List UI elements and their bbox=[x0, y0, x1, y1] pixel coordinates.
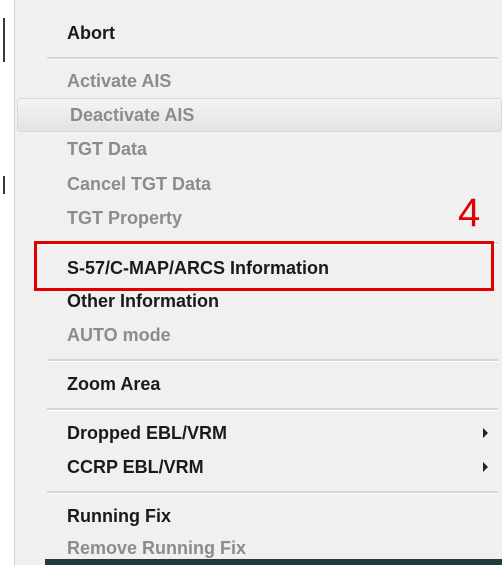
menu-item-label: CCRP EBL/VRM bbox=[67, 456, 204, 477]
menu-item-label: Remove Running Fix bbox=[67, 537, 247, 558]
menu-item-running-fix[interactable]: Running Fix bbox=[15, 499, 502, 533]
submenu-arrow-icon bbox=[483, 428, 488, 438]
menu-item-label: AUTO mode bbox=[67, 324, 171, 345]
menu-item-cancel-tgt-data[interactable]: Cancel TGT Data bbox=[15, 167, 502, 201]
background-app-edge bbox=[0, 0, 14, 565]
menu-item-label: Zoom Area bbox=[67, 373, 161, 394]
menu-separator bbox=[47, 57, 498, 60]
menu-separator bbox=[47, 359, 498, 362]
menu-item-label: Activate AIS bbox=[67, 70, 172, 91]
menu-item-activate-ais[interactable]: Activate AIS bbox=[15, 64, 502, 98]
menu-item-label: TGT Data bbox=[67, 138, 148, 159]
menu-separator bbox=[47, 408, 498, 411]
menu-item-label: Cancel TGT Data bbox=[67, 173, 212, 194]
background-bottom-bar bbox=[45, 559, 502, 565]
annotation-highlight-box bbox=[34, 241, 494, 291]
menu-item-label: TGT Property bbox=[67, 207, 183, 228]
menu-item-tgt-data[interactable]: TGT Data bbox=[15, 132, 502, 166]
menu-item-ccrp-ebl-vrm[interactable]: CCRP EBL/VRM bbox=[15, 450, 502, 484]
background-line bbox=[3, 176, 5, 194]
menu-item-label: Abort bbox=[67, 22, 115, 43]
submenu-arrow-icon bbox=[483, 462, 488, 472]
background-line bbox=[3, 18, 5, 62]
menu-item-auto-mode[interactable]: AUTO mode bbox=[15, 318, 502, 352]
menu-item-label: Dropped EBL/VRM bbox=[67, 422, 227, 443]
menu-item-deactivate-ais[interactable]: Deactivate AIS bbox=[17, 98, 502, 132]
menu-item-abort[interactable]: Abort bbox=[15, 16, 502, 50]
menu-separator bbox=[47, 491, 498, 494]
menu-item-zoom-area[interactable]: Zoom Area bbox=[15, 367, 502, 401]
annotation-step-number: 4 bbox=[458, 191, 481, 235]
menu-item-label: Deactivate AIS bbox=[70, 104, 195, 125]
menu-item-dropped-ebl-vrm[interactable]: Dropped EBL/VRM bbox=[15, 416, 502, 450]
menu-item-label: Other Information bbox=[67, 290, 219, 311]
menu-item-tgt-property[interactable]: TGT Property bbox=[15, 201, 502, 235]
menu-item-label: Running Fix bbox=[67, 505, 171, 526]
